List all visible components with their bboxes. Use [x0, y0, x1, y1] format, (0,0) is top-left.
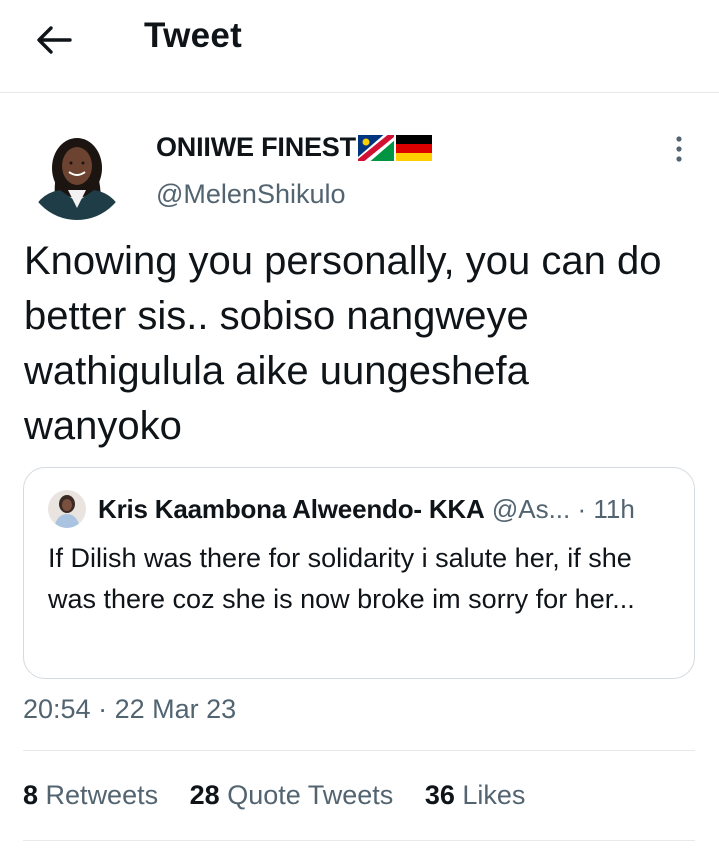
likes-stat[interactable]: 36 Likes [425, 780, 526, 811]
quoted-tweet-card[interactable]: Kris Kaambona Alweendo- KKA @As... · 11h… [23, 467, 695, 679]
divider [23, 750, 695, 751]
back-button[interactable] [32, 18, 76, 62]
quoted-header: Kris Kaambona Alweendo- KKA @As... · 11h [98, 494, 635, 525]
namibia-flag-icon [357, 130, 396, 165]
quote-tweets-count: 28 [189, 780, 220, 810]
quoted-author-name[interactable]: Kris Kaambona Alweendo- KKA [98, 494, 485, 524]
author-handle[interactable]: @MelenShikulo [156, 179, 346, 210]
tweet-date: 22 Mar 23 [114, 694, 237, 724]
tweet-time: 20:54 [23, 694, 91, 724]
quoted-author-handle[interactable]: @As... [492, 494, 570, 524]
top-bar: Tweet [0, 0, 719, 93]
germany-flag-icon [395, 134, 432, 161]
divider [23, 840, 695, 841]
author-display-name[interactable]: ONIIWE FINEST [156, 132, 356, 163]
quoted-age[interactable]: 11h [593, 494, 634, 524]
likes-label: Likes [462, 780, 526, 810]
engagement-stats: 8 Retweets 28 Quote Tweets 36 Likes [23, 780, 549, 811]
page-title: Tweet [144, 16, 243, 55]
tweet-timestamp[interactable]: 20:54 · 22 Mar 23 [23, 694, 236, 725]
quote-tweets-label: Quote Tweets [227, 780, 394, 810]
retweets-label: Retweets [45, 780, 159, 810]
quoted-author-avatar[interactable] [48, 490, 86, 528]
quoted-tweet-text: If Dilish was there for solidarity i sal… [48, 543, 635, 614]
author-name-row[interactable]: ONIIWE FINEST [156, 130, 432, 165]
retweets-stat[interactable]: 8 Retweets [23, 780, 158, 811]
likes-count: 36 [424, 780, 455, 810]
tweet-text: Knowing you personally, you can do bette… [24, 239, 662, 448]
more-vertical-icon [676, 136, 682, 162]
quote-tweets-stat[interactable]: 28 Quote Tweets [190, 780, 394, 811]
timestamp-separator: · [98, 694, 108, 724]
retweets-count: 8 [23, 780, 39, 810]
quoted-separator: · [577, 494, 587, 524]
more-options-button[interactable] [664, 134, 694, 164]
author-avatar[interactable] [26, 118, 128, 220]
arrow-left-icon [37, 26, 72, 54]
